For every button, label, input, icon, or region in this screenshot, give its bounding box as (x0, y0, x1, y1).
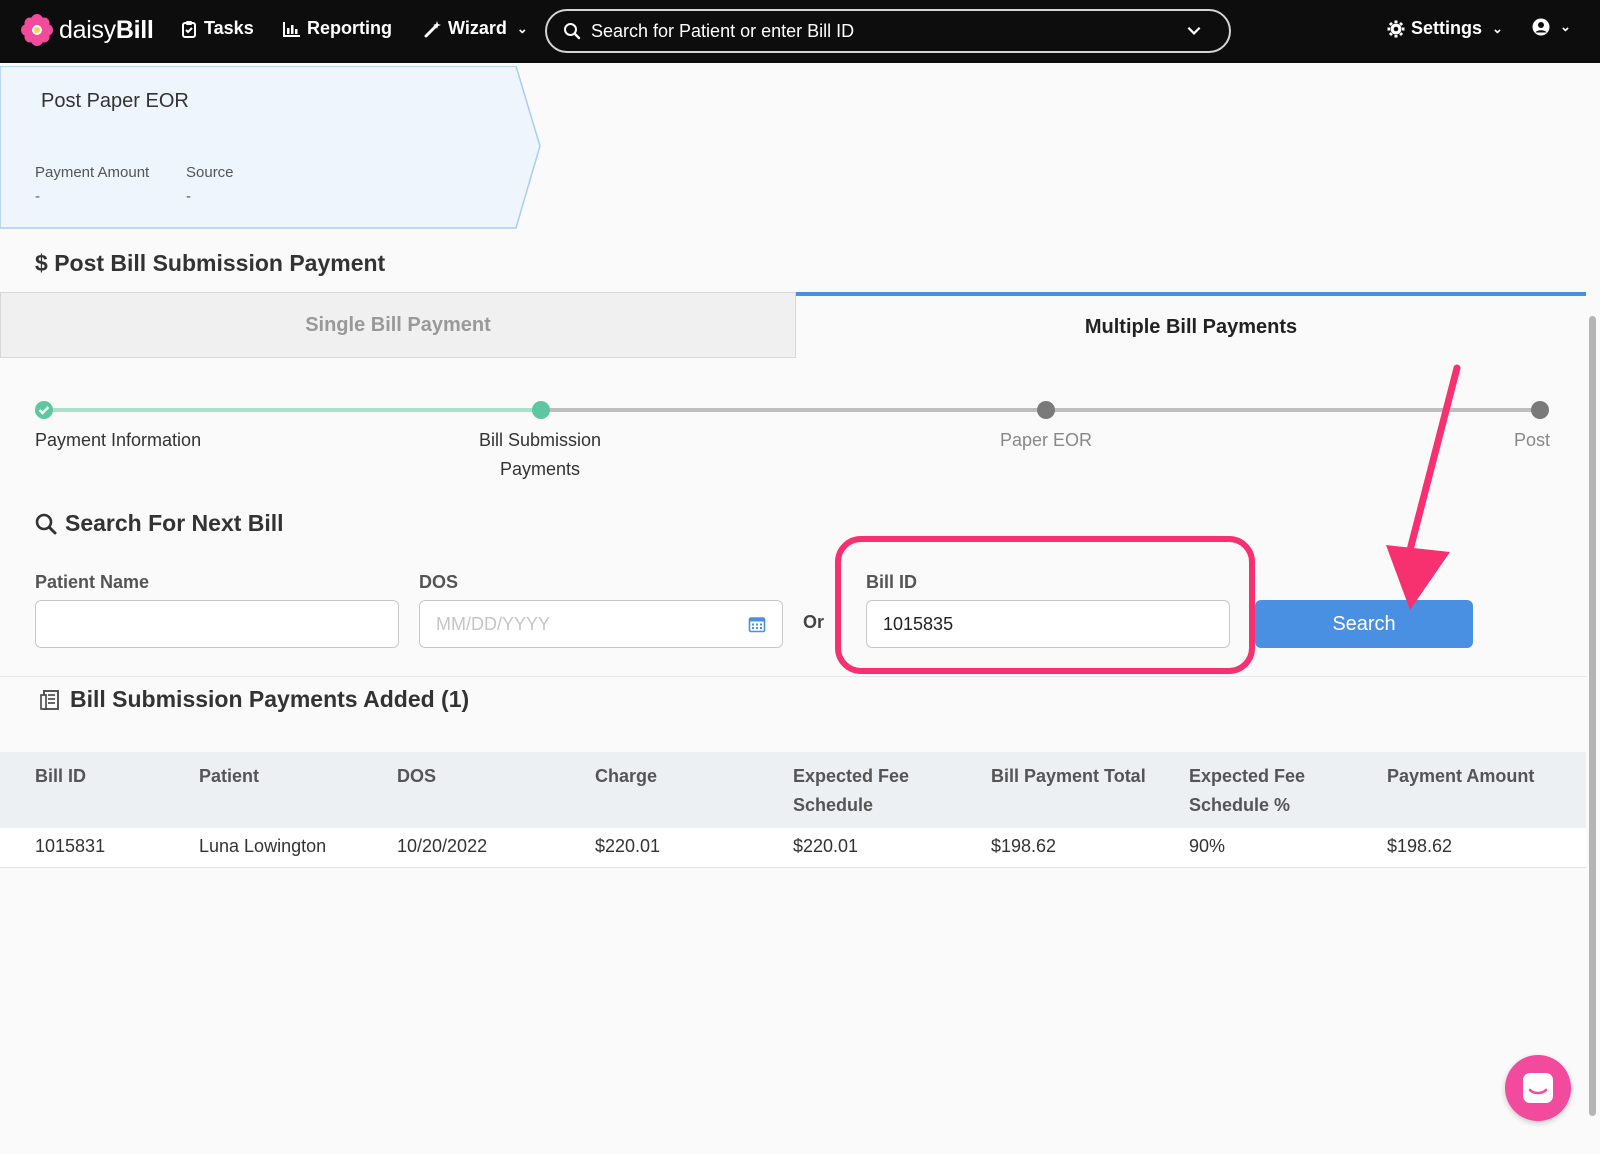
annotation-arrow-icon (1386, 364, 1461, 610)
column-header: DOS (397, 766, 437, 786)
tab-single-bill-payment[interactable]: Single Bill Payment (0, 292, 796, 358)
dos-label: DOS (419, 572, 459, 592)
step-upcoming-dot (1037, 401, 1055, 419)
clipboard-check-icon (182, 20, 196, 38)
cell-expected-fee-percent: 90% (1189, 836, 1226, 856)
cell-payment-amount: $198.62 (1387, 836, 1453, 856)
patient-name-label: Patient Name (35, 572, 150, 592)
magic-wand-icon (424, 20, 441, 37)
dos-placeholder: MM/DD/YYYY (436, 613, 551, 634)
global-search-placeholder: Search for Patient or enter Bill ID (591, 20, 855, 41)
or-separator: Or (803, 612, 825, 632)
column-header: Charge (595, 766, 658, 786)
patient-name-input[interactable] (35, 600, 399, 648)
cell-dos: 10/20/2022 (397, 836, 488, 856)
cell-charge: $220.01 (595, 836, 661, 856)
nav-tasks[interactable]: Tasks (180, 18, 254, 39)
added-section-title-text: Bill Submission Payments Added (1) (70, 686, 470, 712)
chevron-down-icon: ⌄ (1560, 19, 1571, 34)
progress-stepper: Payment Information Bill Submission Paym… (0, 394, 1586, 504)
step-label-paper-eor: Paper EOR (999, 430, 1093, 450)
added-section-title: Bill Submission Payments Added (1) (40, 686, 469, 713)
user-menu[interactable]: ⌄ (1532, 18, 1571, 36)
nav-tasks-label: Tasks (204, 18, 254, 38)
column-header: Bill ID (35, 766, 87, 786)
payments-table-header: Bill ID Patient DOS Charge Expected Fee S… (0, 752, 1586, 828)
step-done-check-icon (35, 401, 53, 419)
post-paper-eor-card: Post Paper EOR Payment Amount Source - - (0, 66, 545, 229)
column-header: Payment Amount (1387, 766, 1535, 786)
daisy-flower-icon (21, 14, 53, 46)
scrollbar[interactable] (1589, 316, 1596, 1116)
column-header: Patient (199, 766, 260, 786)
post-payment-panel: $ Post Bill Submission Payment Single Bi… (0, 234, 1586, 1154)
highlight-annotation (835, 536, 1255, 674)
global-search-input[interactable]: Search for Patient or enter Bill ID (545, 9, 1231, 53)
source-value: - (186, 188, 191, 205)
chevron-down-icon[interactable] (1185, 21, 1213, 44)
step-label-line1: Bill Submission (478, 430, 602, 450)
top-nav: daisyBill Tasks Reporting Wizard ⌄ Searc… (0, 0, 1600, 63)
cell-expected-fee: $220.01 (793, 836, 859, 856)
chevron-down-icon: ⌄ (1492, 20, 1503, 36)
column-header: Expected Fee Schedule % (1189, 766, 1306, 815)
search-section-title-text: Search For Next Bill (65, 510, 284, 536)
cell-bill-id: 1015831 (35, 836, 106, 856)
nav-settings-label: Settings (1411, 18, 1483, 38)
dollar-icon: $ (35, 250, 48, 276)
receipt-list-icon (40, 689, 59, 710)
cell-bill-payment-total: $198.62 (991, 836, 1057, 856)
chat-icon (1523, 1073, 1553, 1103)
nav-settings[interactable]: Settings ⌄ (1387, 18, 1503, 39)
chevron-down-icon: ⌄ (516, 20, 528, 36)
cell-patient: Luna Lowington (199, 836, 327, 856)
gear-icon (1387, 20, 1405, 37)
step-label-line2: Payments (499, 459, 581, 479)
chat-launcher-button[interactable] (1505, 1055, 1571, 1121)
step-label-bill-submission: Bill Submission Payments (440, 426, 640, 484)
step-current-dot (532, 401, 550, 419)
step-upcoming-dot (1531, 401, 1549, 419)
section-divider (0, 676, 1586, 677)
nav-wizard[interactable]: Wizard ⌄ (424, 18, 528, 39)
bar-chart-icon (283, 21, 300, 37)
tab-multiple-bill-payments[interactable]: Multiple Bill Payments (796, 292, 1586, 358)
table-row[interactable]: 1015831 Luna Lowington 10/20/2022 $220.0… (0, 828, 1586, 868)
eor-title: Post Paper EOR (41, 90, 189, 112)
search-icon (35, 513, 57, 534)
daisybill-logo[interactable]: daisyBill (21, 14, 154, 46)
source-label: Source (186, 164, 234, 181)
page-title-text: Post Bill Submission Payment (54, 250, 386, 276)
payment-amount-value: - (35, 188, 40, 205)
brand-name: daisyBill (59, 15, 154, 44)
nav-reporting-label: Reporting (307, 18, 392, 38)
search-icon (564, 23, 581, 40)
payment-amount-label: Payment Amount (35, 164, 150, 181)
calendar-icon[interactable] (748, 615, 766, 633)
column-header: Bill Payment Total (991, 766, 1146, 786)
step-label-payment-information: Payment Information (35, 430, 202, 450)
search-section-title: Search For Next Bill (35, 510, 284, 537)
nav-wizard-label: Wizard (448, 18, 507, 38)
column-header: Expected Fee Schedule (793, 766, 910, 815)
user-circle-icon (1532, 18, 1550, 36)
nav-reporting[interactable]: Reporting (283, 18, 392, 39)
stepper-line-done (44, 408, 541, 412)
page-title: $ Post Bill Submission Payment (35, 250, 385, 277)
dos-input[interactable]: MM/DD/YYYY (419, 600, 783, 648)
